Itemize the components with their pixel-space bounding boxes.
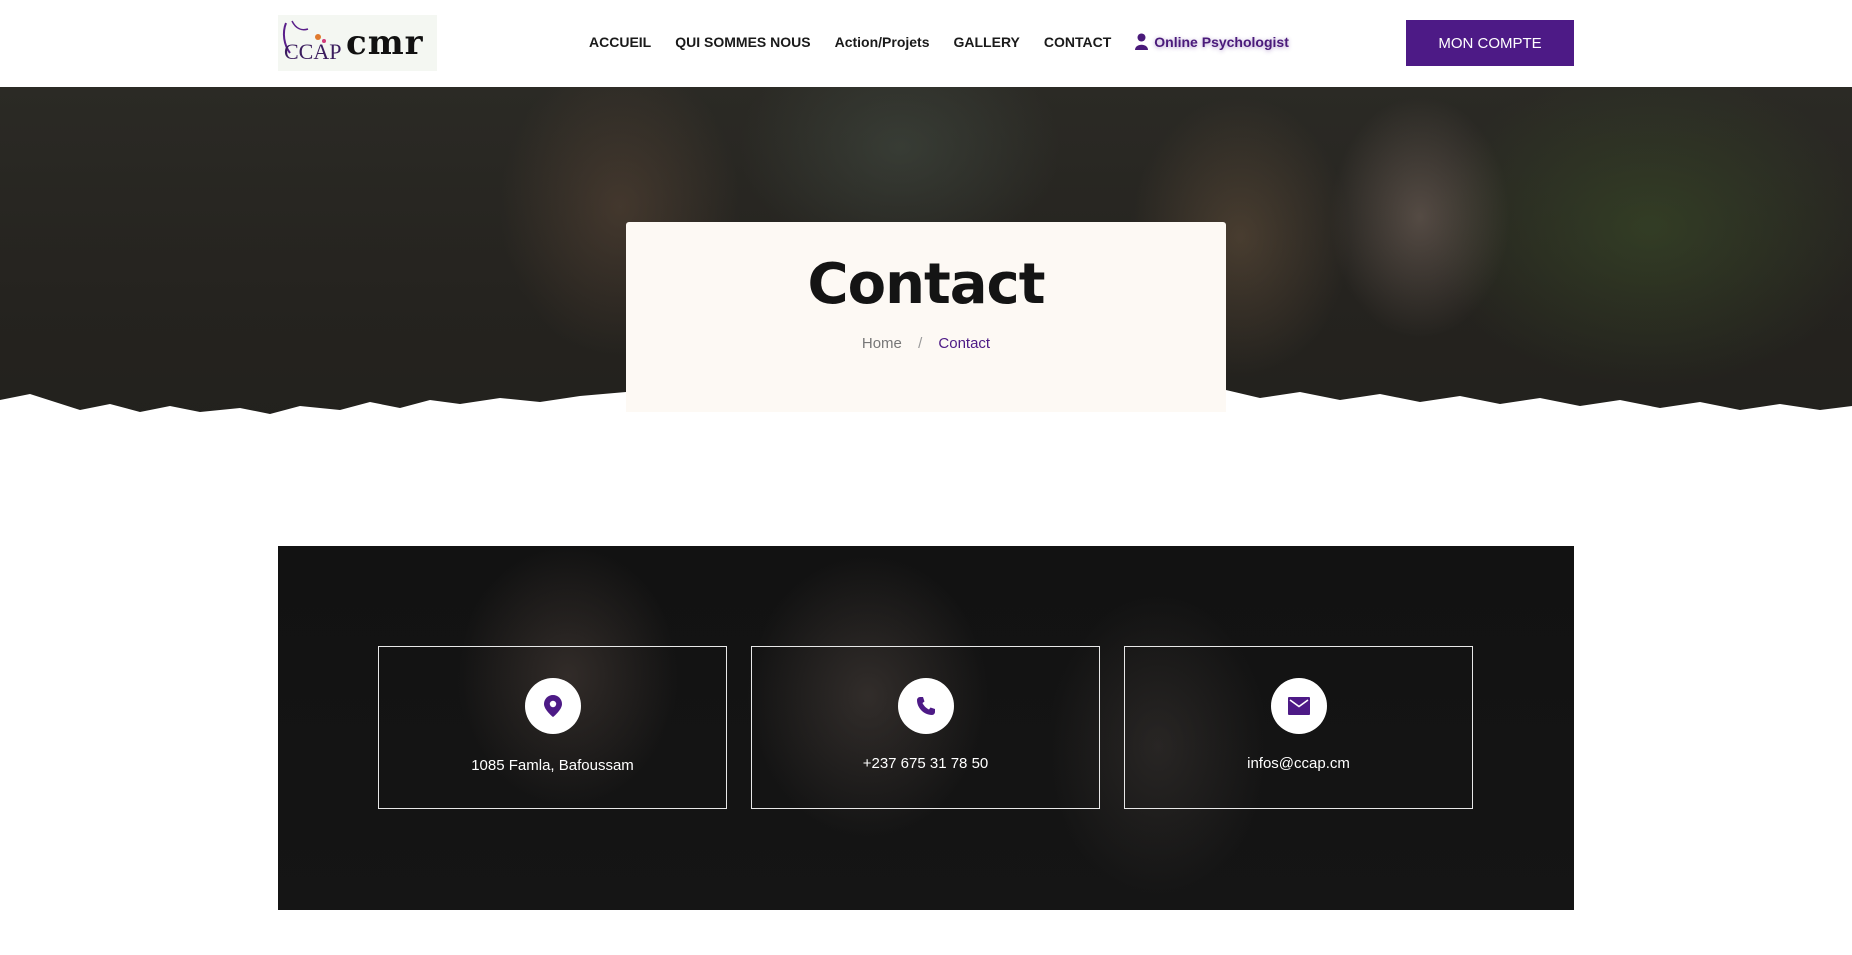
page-title: Contact <box>807 252 1046 317</box>
email-card: infos@ccap.cm <box>1124 646 1473 809</box>
address-text: 1085 Famla, Bafoussam <box>471 757 634 774</box>
logo-name: cmr <box>346 23 424 63</box>
site-logo[interactable]: CCAP cmr <box>278 15 437 71</box>
site-header: CCAP cmr ACCUEIL QUI SOMMES NOUS Action/… <box>0 0 1852 87</box>
user-icon <box>1135 33 1149 50</box>
location-pin-icon <box>544 695 562 717</box>
nav-action-projets[interactable]: Action/Projets <box>835 34 930 50</box>
email-icon-circle <box>1271 678 1327 734</box>
ccap-logo-mark: CCAP <box>278 15 341 71</box>
nav-accueil[interactable]: ACCUEIL <box>589 34 651 50</box>
breadcrumb: Home / Contact <box>626 335 1226 352</box>
nav-contact[interactable]: CONTACT <box>1044 34 1111 50</box>
breadcrumb-home[interactable]: Home <box>862 335 902 352</box>
address-card: 1085 Famla, Bafoussam <box>378 646 727 809</box>
mail-icon <box>1288 697 1310 715</box>
nav-gallery[interactable]: GALLERY <box>954 34 1020 50</box>
phone-icon-circle <box>898 678 954 734</box>
phone-text[interactable]: +237 675 31 78 50 <box>752 755 1099 772</box>
nav-online-psychologist-label: Online Psychologist <box>1154 33 1289 50</box>
phone-card: +237 675 31 78 50 <box>751 646 1100 809</box>
breadcrumb-current: Contact <box>938 335 991 352</box>
email-text[interactable]: infos@ccap.cm <box>1125 755 1472 772</box>
contact-info-section: 1085 Famla, Bafoussam +237 675 31 78 50 … <box>278 546 1574 910</box>
main-nav: ACCUEIL QUI SOMMES NOUS Action/Projets G… <box>589 33 1313 50</box>
breadcrumb-separator: / <box>918 335 923 352</box>
nav-online-psychologist[interactable]: Online Psychologist <box>1135 33 1289 50</box>
address-icon-circle <box>525 678 581 734</box>
page-title-card: Contact Home / Contact <box>626 222 1226 412</box>
phone-icon <box>917 697 935 715</box>
my-account-button[interactable]: MON COMPTE <box>1406 20 1574 66</box>
nav-qui-sommes-nous[interactable]: QUI SOMMES NOUS <box>675 34 810 50</box>
